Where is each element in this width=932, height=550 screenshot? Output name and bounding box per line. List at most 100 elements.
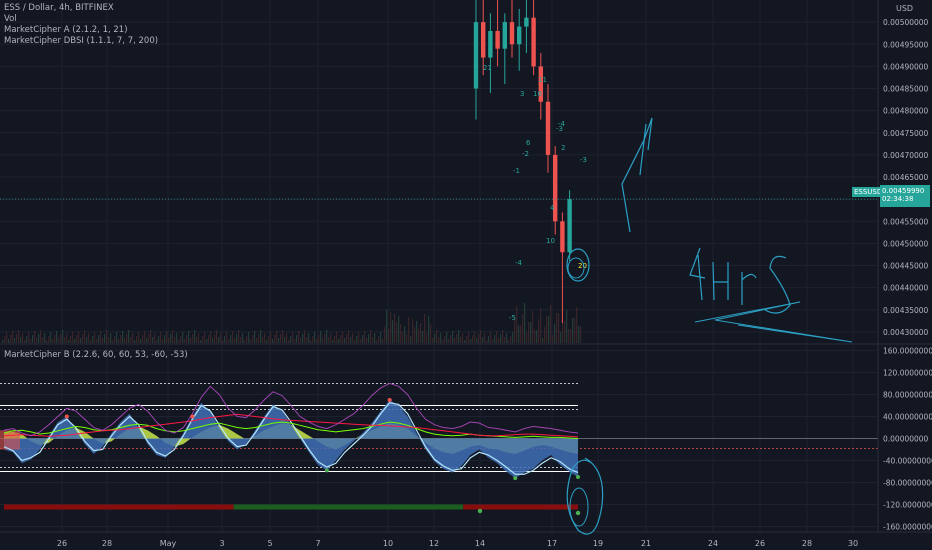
volume-bar — [400, 324, 402, 343]
volume-bar — [354, 340, 356, 343]
volume-bar — [108, 337, 110, 343]
volume-bar — [170, 334, 172, 343]
volume-bar — [282, 330, 284, 343]
volume-bar — [468, 332, 470, 343]
volume-bar — [538, 319, 540, 343]
volume-bar — [252, 335, 254, 343]
volume-bar — [422, 331, 424, 343]
volume-bar — [270, 332, 272, 343]
volume-bar — [296, 335, 298, 343]
volume-bar — [10, 335, 12, 343]
volume-bar — [556, 313, 558, 343]
volume-bar — [336, 332, 338, 343]
volume-bar — [148, 334, 150, 343]
volume-bar — [454, 338, 456, 343]
volume-bar — [60, 334, 62, 343]
volume-bar — [502, 330, 504, 343]
volume-bar — [134, 340, 136, 343]
volume-bar — [490, 332, 492, 343]
osc-tick-label: -160.00000000 — [883, 523, 932, 532]
volume-bar — [160, 332, 162, 343]
volume-bar — [280, 334, 282, 343]
volume-bar — [338, 339, 340, 343]
wave-area — [4, 400, 578, 479]
price-annotations: 213 16116-2-1-4-3410-4-52-320 — [483, 64, 587, 322]
lower-indicator-legend[interactable]: MarketCipher B (2.2.6, 60, 60, 53, -60, … — [4, 350, 188, 361]
volume-bar — [362, 335, 364, 343]
volume-bar — [268, 336, 270, 343]
volume-bar — [294, 339, 296, 343]
volume-bar — [130, 337, 132, 343]
candle-body — [560, 221, 565, 253]
candle-body — [495, 30, 500, 49]
volume-bar — [334, 336, 336, 343]
volume-bar — [102, 338, 104, 343]
chart-canvas[interactable]: 213 16116-2-1-4-3410-4-52-320 0.005000000… — [0, 0, 932, 550]
volume-bar — [402, 332, 404, 343]
volume-bar — [98, 335, 100, 343]
volume-bar — [284, 337, 286, 343]
volume-bar — [300, 338, 302, 343]
price-annotation: -1 — [513, 167, 520, 175]
volume-bar — [186, 335, 188, 343]
volume-bar — [238, 330, 240, 343]
volume-bar — [534, 330, 536, 343]
volume-bar — [410, 336, 412, 343]
volume-bar — [106, 330, 108, 343]
volume-bar — [40, 330, 42, 343]
oscillator-panel — [0, 383, 878, 516]
volume-bar — [326, 330, 328, 343]
volume-bar — [524, 303, 526, 343]
volume-bar — [84, 330, 86, 343]
volume-bar — [216, 330, 218, 343]
symbol-legend[interactable]: ESS / Dollar, 4h, BITFINEX Vol MarketCip… — [4, 3, 158, 47]
volume-bar — [370, 330, 372, 343]
volume-bar — [248, 332, 250, 343]
volume-bar — [290, 336, 292, 343]
volume-bar — [234, 338, 236, 343]
volume-bar — [320, 331, 322, 343]
volume-bar — [166, 331, 168, 343]
volume-bar — [484, 333, 486, 343]
x-tick-label: 26 — [755, 539, 765, 548]
volume-bar — [518, 325, 520, 343]
price-annotation: 20 — [578, 262, 587, 270]
x-tick-label: 3 — [219, 539, 224, 548]
volume-bar — [124, 338, 126, 343]
volume-bar — [72, 332, 74, 343]
price-tick-label: 0.00470000 — [883, 151, 929, 160]
volume-bar — [488, 336, 490, 343]
candle-body — [473, 22, 479, 89]
volume-bar — [262, 337, 264, 343]
volume-bar — [222, 340, 224, 343]
volume-bar — [302, 334, 304, 343]
volume-bar — [298, 331, 300, 343]
volume-bar — [58, 338, 60, 343]
volume-bar — [44, 333, 46, 343]
volume-bar — [24, 340, 26, 343]
volume-bar — [32, 335, 34, 343]
volume-bar — [244, 340, 246, 343]
volume-bar — [78, 331, 80, 343]
volume-bar — [86, 337, 88, 343]
candle-body — [509, 22, 515, 45]
drawn-arrow-head — [639, 123, 647, 176]
volume-bar — [554, 324, 556, 343]
volume-bar — [138, 332, 140, 343]
volume-bar — [406, 334, 408, 343]
osc-marker-dot — [387, 398, 392, 402]
volume-bar — [22, 333, 24, 343]
volume-bar — [476, 338, 478, 343]
price-annotation: -3 — [556, 125, 563, 133]
volume-bar — [48, 336, 50, 343]
volume-bar — [458, 330, 460, 343]
volume-bar — [382, 339, 384, 343]
drawn-handwriting — [689, 247, 791, 314]
volume-bar — [416, 321, 418, 343]
price-annotation: 10 — [546, 237, 555, 245]
volume-bar — [232, 331, 234, 343]
volume-bar — [292, 332, 294, 343]
x-tick-label: 10 — [383, 539, 393, 548]
x-tick-label: 19 — [593, 539, 603, 548]
volume-bar — [66, 333, 68, 343]
